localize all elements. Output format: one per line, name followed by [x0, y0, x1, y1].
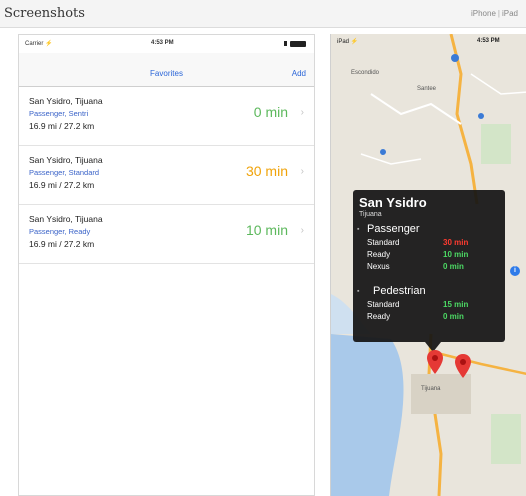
screenshots-header: Screenshots iPhone | iPad [0, 0, 526, 28]
pedestrian-icon: ▪ [357, 288, 360, 295]
map-pin-icon[interactable] [427, 350, 443, 374]
lane-label: Standard [367, 300, 400, 309]
chevron-right-icon: › [300, 166, 304, 177]
battery-icon [290, 41, 306, 47]
map-status-time: 4:53 PM [477, 38, 500, 44]
lane-type: Passenger, Standard [29, 168, 100, 177]
passenger-heading: Passenger [367, 223, 420, 235]
list-item[interactable]: San Ysidro, Tijuana Passenger, Standard … [19, 146, 314, 205]
place-label: Santee [417, 86, 437, 92]
wait-time: 10 min [245, 222, 288, 238]
status-time: 4:53 PM [151, 40, 174, 46]
info-icon[interactable]: i [510, 266, 520, 276]
lane-label: Ready [367, 312, 391, 321]
battery-tip [284, 41, 287, 46]
lane-wait: 10 min [443, 250, 469, 259]
lane-label: Standard [367, 238, 400, 247]
wait-time: 30 min [245, 163, 288, 179]
iphone-screenshot: Carrier ⚡ 4:53 PM Favorites Add San Ysid… [18, 34, 315, 496]
crossing-callout[interactable]: San Ysidro Tijuana ▪ Passenger Standard … [353, 190, 505, 342]
car-icon: ▪ [357, 226, 360, 233]
carrier-label: Carrier ⚡ [25, 41, 53, 47]
chevron-right-icon: › [300, 107, 304, 118]
place-label: Escondido [351, 70, 380, 76]
wait-time: 0 min [253, 104, 288, 120]
lane-label: Nexus [367, 262, 390, 271]
chevron-right-icon: › [300, 225, 304, 236]
iphone-link[interactable]: iPhone [471, 9, 496, 18]
pedestrian-heading: Pedestrian [373, 285, 426, 297]
status-bar: Carrier ⚡ 4:53 PM [19, 35, 314, 53]
lane-wait: 0 min [443, 312, 464, 321]
favorites-list: San Ysidro, Tijuana Passenger, Sentri 16… [19, 87, 314, 264]
map-pin-icon[interactable] [455, 354, 471, 378]
crossing-name: San Ysidro, Tijuana [29, 96, 103, 106]
add-button[interactable]: Add [292, 69, 306, 78]
map-status-bar: iPad ⚡ 4:53 PM [331, 34, 526, 48]
crossing-name: San Ysidro, Tijuana [29, 214, 103, 224]
list-item[interactable]: San Ysidro, Tijuana Passenger, Sentri 16… [19, 87, 314, 146]
ipad-map-screenshot[interactable]: iPad ⚡ 4:53 PM Santee Escondido Tijuana … [330, 34, 526, 496]
lane-wait: 15 min [443, 300, 469, 309]
lane-wait: 30 min [443, 238, 469, 247]
lane-label: Ready [367, 250, 391, 259]
lane-type: Passenger, Ready [29, 227, 91, 236]
callout-title: San Ysidro [359, 195, 427, 210]
map-carrier-label: iPad ⚡ [337, 39, 359, 45]
place-label: Tijuana [421, 386, 441, 392]
lane-type: Passenger, Sentri [29, 109, 89, 118]
distance: 16.9 mi / 27.2 km [29, 121, 95, 131]
device-links: iPhone | iPad [470, 9, 518, 18]
ipad-link[interactable]: iPad [502, 9, 518, 18]
lane-wait: 0 min [443, 262, 464, 271]
distance: 16.9 mi / 27.2 km [29, 180, 95, 190]
crossing-name: San Ysidro, Tijuana [29, 155, 103, 165]
navigation-bar: Favorites Add [19, 53, 314, 87]
section-title: Screenshots [4, 6, 85, 21]
distance: 16.9 mi / 27.2 km [29, 239, 95, 249]
list-item[interactable]: San Ysidro, Tijuana Passenger, Ready 16.… [19, 205, 314, 264]
callout-subtitle: Tijuana [359, 211, 382, 218]
nav-title: Favorites [150, 69, 183, 78]
